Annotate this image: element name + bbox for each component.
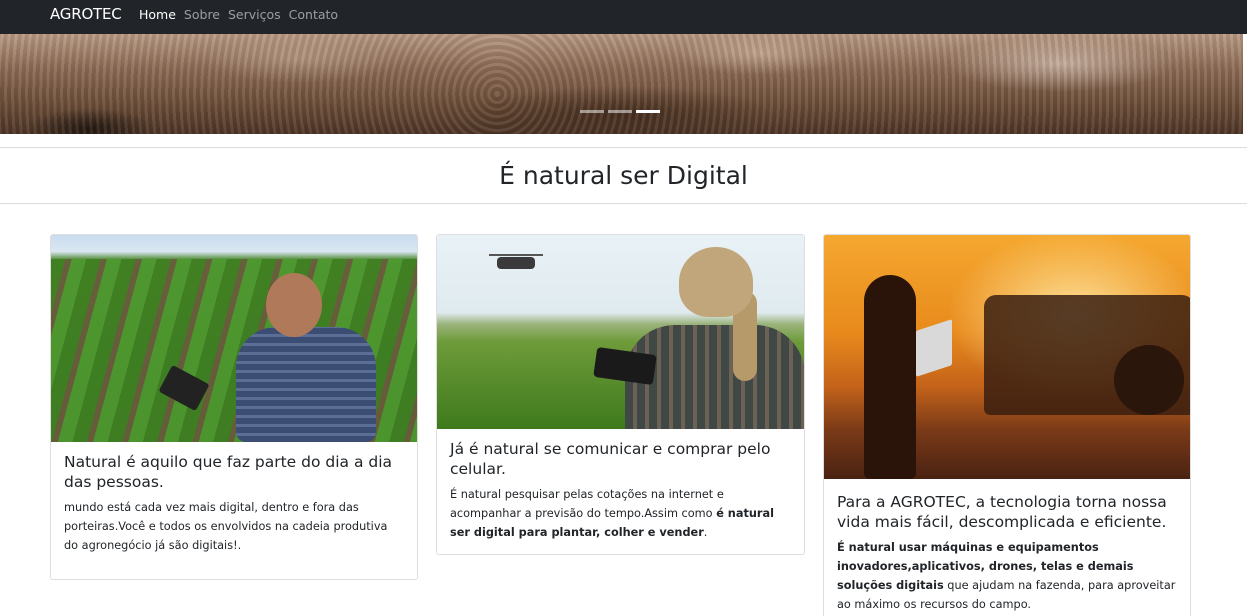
card-title: Para a AGROTEC, a tecnologia torna nossa…	[837, 493, 1167, 531]
section-title: É natural ser Digital	[499, 161, 748, 190]
nav-link-sobre[interactable]: Sobre	[184, 7, 220, 22]
card-celular: Já é natural se comunicar e comprar pelo…	[436, 234, 805, 555]
carousel-indicator-1[interactable]	[580, 110, 604, 113]
card-text-plain: É natural pesquisar pelas cotações na in…	[450, 488, 724, 520]
brand-logo[interactable]: AGROTEC	[50, 5, 122, 23]
card-text: É natural usar máquinas e equipamentos i…	[837, 538, 1180, 614]
nav-link-servicos[interactable]: Serviços	[228, 7, 281, 22]
card-image-drone-field	[437, 235, 804, 429]
card-body: Já é natural se comunicar e comprar pelo…	[437, 429, 804, 554]
card-text: mundo está cada vez mais digital, dentro…	[64, 501, 388, 552]
nav-link-contato[interactable]: Contato	[289, 7, 338, 22]
carousel-indicator-3[interactable]	[636, 110, 660, 113]
carousel-indicators	[580, 110, 664, 113]
card-body: Para a AGROTEC, a tecnologia torna nossa…	[824, 479, 1190, 616]
nav-links: Home Sobre Serviços Contato	[139, 7, 346, 22]
carousel-indicator-2[interactable]	[608, 110, 632, 113]
card-body: Natural é aquilo que faz parte do dia a …	[51, 442, 417, 567]
card-agrotec: Para a AGROTEC, a tecnologia torna nossa…	[823, 234, 1191, 616]
card-image-tractor-sunset	[824, 235, 1190, 479]
card-image-farmer-tablet	[51, 235, 417, 442]
card-natural: Natural é aquilo que faz parte do dia a …	[50, 234, 418, 580]
nav-link-home[interactable]: Home	[139, 7, 176, 22]
card-text-end: .	[703, 526, 708, 539]
navbar: AGROTEC Home Sobre Serviços Contato	[0, 0, 1247, 34]
card-text: É natural pesquisar pelas cotações na in…	[450, 485, 790, 542]
section-header: É natural ser Digital	[0, 147, 1247, 204]
hero-image	[0, 34, 1243, 134]
card-title: Natural é aquilo que faz parte do dia a …	[64, 453, 393, 491]
hero-carousel[interactable]	[0, 34, 1243, 134]
card-title: Já é natural se comunicar e comprar pelo…	[450, 440, 771, 478]
